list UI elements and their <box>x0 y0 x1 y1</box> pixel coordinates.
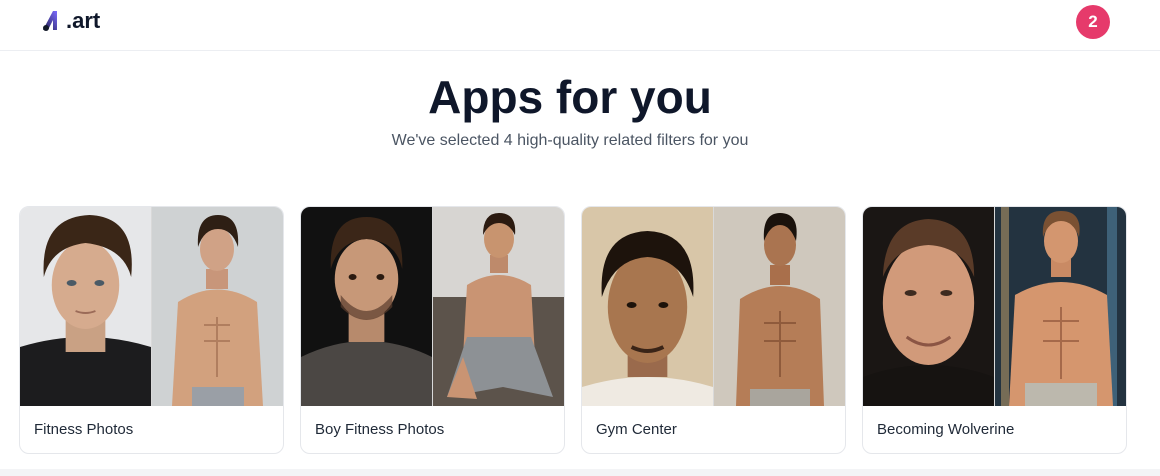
before-photo <box>582 207 713 406</box>
card-title: Fitness Photos <box>34 421 134 438</box>
card-preview-image <box>20 207 283 406</box>
after-photo <box>713 207 845 406</box>
top-navigation-bar: .art 2 <box>0 0 1160 51</box>
page-title: Apps for you <box>428 71 712 123</box>
logo-mark-icon <box>43 11 57 31</box>
after-photo <box>432 207 564 406</box>
app-card-becoming-wolverine[interactable]: Becoming Wolverine <box>862 206 1127 454</box>
logo-text: .art <box>66 8 101 33</box>
card-preview-image <box>301 207 564 406</box>
page-subtitle: We've selected 4 high-quality related fi… <box>391 132 749 149</box>
card-preview-image <box>863 207 1126 406</box>
before-photo <box>20 207 151 406</box>
app-card-fitness-photos[interactable]: Fitness Photos <box>19 206 284 454</box>
after-photo <box>994 207 1126 406</box>
card-preview-image <box>582 207 845 406</box>
card-title: Gym Center <box>596 421 677 438</box>
page-bottom-divider <box>0 469 1160 476</box>
notification-badge[interactable]: 2 <box>1076 5 1110 39</box>
app-card-gym-center[interactable]: Gym Center <box>581 206 846 454</box>
app-cards-grid: Fitness Photos Boy Fitness Photos Gym Ce… <box>19 206 1127 454</box>
before-photo <box>863 207 994 406</box>
before-photo <box>301 207 432 406</box>
card-title: Boy Fitness Photos <box>315 421 445 438</box>
brand-logo[interactable]: .art <box>42 8 100 34</box>
app-card-boy-fitness-photos[interactable]: Boy Fitness Photos <box>300 206 565 454</box>
card-title: Becoming Wolverine <box>877 421 1015 438</box>
after-photo <box>151 207 283 406</box>
